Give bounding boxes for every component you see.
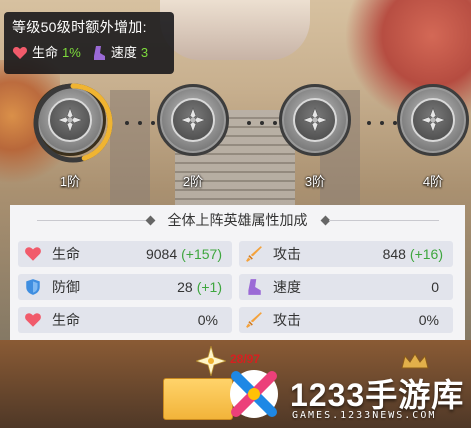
level-bonus-tooltip: 等级50级时额外增加: 生命 1% 速度 3 (4, 12, 174, 74)
tier-4-medal[interactable] (397, 84, 469, 156)
tier-4-emblem (411, 98, 455, 142)
level-bonus-values: 生命 1% 速度 3 (12, 44, 166, 62)
tier-connector-2 (247, 120, 277, 126)
header-divider-left (36, 219, 147, 221)
stat-value: 848 (382, 246, 406, 262)
stat-value: 0% (418, 312, 439, 328)
stat-name: 生命 (52, 246, 80, 262)
tier-connector-1 (125, 120, 155, 126)
stat-name: 速度 (273, 279, 301, 295)
level-bonus-hp-value: 1% (62, 45, 81, 60)
diamond-icon (145, 215, 155, 225)
tier-3-label: 3阶 (304, 174, 326, 189)
tier-3[interactable]: 3阶 (275, 82, 355, 192)
stat-bonus: (+16) (409, 246, 443, 262)
sword-icon (246, 246, 262, 262)
stat-attack-percent: 攻击 0% (239, 307, 453, 333)
tier-1-medal[interactable] (33, 83, 113, 163)
stat-defense: 防御 28 (+1) (18, 274, 232, 300)
flower-emblem-icon (180, 107, 206, 133)
tier-track: 1阶 2阶 3阶 4阶 (0, 82, 471, 192)
heart-icon (25, 313, 41, 327)
stat-value: 28 (177, 279, 193, 295)
fragment-count: 28/97 (230, 352, 261, 366)
flower-emblem-icon (302, 107, 328, 133)
tier-2-label: 2阶 (182, 174, 204, 189)
tier-1-label: 1阶 (59, 174, 81, 189)
level-bonus-speed-label: 速度 (110, 45, 137, 60)
temple-background (160, 0, 310, 60)
panel-title: 全体上阵英雄属性加成 (167, 212, 308, 228)
flower-emblem-icon (420, 107, 446, 133)
tier-3-emblem (293, 98, 337, 142)
stat-hp: 生命 9084 (+157) (18, 241, 232, 267)
heart-icon (12, 47, 28, 59)
watermark-url: GAMES.1233NEWS.COM (292, 410, 437, 421)
stat-attack: 攻击 848 (+16) (239, 241, 453, 267)
boot-icon (248, 279, 261, 295)
level-bonus-hp-label: 生命 (32, 45, 59, 60)
tier-1[interactable]: 1阶 (30, 82, 113, 192)
stat-speed: 速度 0 (239, 274, 453, 300)
watermark-logo: 1233手游库 GAMES.1233NEWS.COM (220, 368, 471, 428)
stat-name: 生命 (52, 312, 80, 328)
stat-bonus: (+157) (181, 246, 222, 262)
panel-header: 全体上阵英雄属性加成 (10, 205, 465, 235)
tier-1-emblem (48, 98, 92, 142)
team-attribute-panel: 全体上阵英雄属性加成 生命 9084 (+157) 攻击 848 (+16) 防… (10, 205, 465, 340)
tier-2-emblem (171, 98, 215, 142)
heart-icon (25, 247, 41, 261)
stat-hp-percent: 生命 0% (18, 307, 232, 333)
tier-3-medal[interactable] (279, 84, 351, 156)
stat-bonus: (+1) (196, 279, 222, 295)
stat-name: 攻击 (273, 246, 301, 262)
stat-value: 0 (431, 279, 439, 295)
stat-value: 0% (197, 312, 218, 328)
header-divider-right (328, 219, 439, 221)
brand-logo-icon (230, 370, 278, 418)
stat-name: 防御 (52, 279, 80, 295)
tier-2-medal[interactable] (157, 84, 229, 156)
tier-4[interactable]: 4阶 (393, 82, 471, 192)
level-bonus-speed-value: 3 (140, 45, 149, 60)
flower-emblem-icon (57, 107, 83, 133)
tier-4-label: 4阶 (422, 174, 444, 189)
sword-icon (246, 312, 262, 328)
shield-icon (26, 279, 40, 295)
level-bonus-title: 等级50级时额外增加: (12, 19, 147, 35)
stat-name: 攻击 (273, 312, 301, 328)
stat-value: 9084 (145, 246, 178, 262)
tier-2[interactable]: 2阶 (153, 82, 233, 192)
boot-icon (93, 46, 105, 60)
